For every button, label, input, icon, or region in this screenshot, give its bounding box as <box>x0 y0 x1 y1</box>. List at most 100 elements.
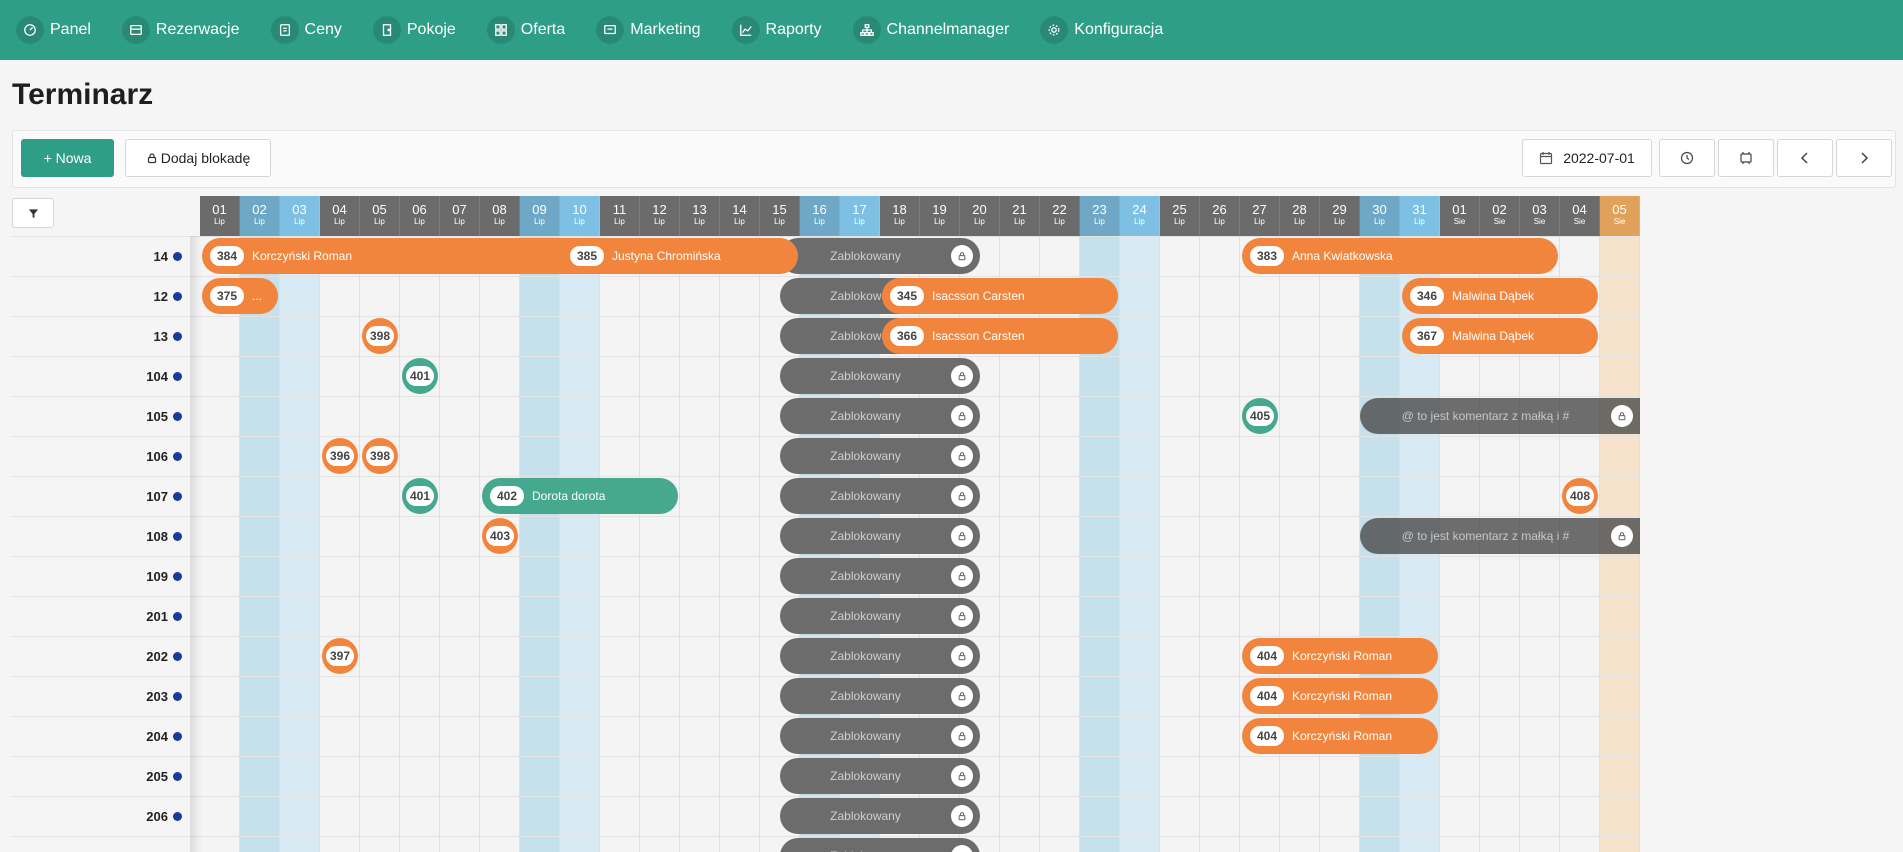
nav-panel[interactable]: Panel <box>0 0 106 60</box>
blocked-bar[interactable]: Zablokowany <box>780 638 980 674</box>
blocked-bar[interactable]: Zablokowany <box>780 678 980 714</box>
today-button[interactable] <box>1659 139 1715 177</box>
reservation-bar[interactable]: 404 Korczyński Roman <box>1242 678 1438 714</box>
room-label[interactable]: 202 <box>12 636 182 676</box>
reservation-dot[interactable]: 397 <box>322 638 358 674</box>
room-label[interactable]: 108 <box>12 516 182 556</box>
reservation-bar[interactable]: 345 Isacsson Carsten <box>882 278 1118 314</box>
comment-block[interactable]: @ to jest komentarz z małką i # <box>1360 398 1640 434</box>
blocked-bar[interactable]: Zablokowany <box>780 718 980 754</box>
nav-ceny[interactable]: Ceny <box>255 0 357 60</box>
new-reservation-button[interactable]: + Nowa <box>21 139 114 177</box>
prices-icon <box>270 16 299 44</box>
nav-label: Panel <box>50 21 91 38</box>
reservation-dot[interactable]: 396 <box>322 438 358 474</box>
sitemap-icon <box>852 16 881 44</box>
add-block-button[interactable]: Dodaj blokadę <box>125 139 271 177</box>
nav-konfiguracja[interactable]: Konfiguracja <box>1024 0 1178 60</box>
day-month: Lip <box>654 217 665 226</box>
room-label[interactable]: 104 <box>12 356 182 396</box>
day-header: 01 Sie <box>1440 196 1480 236</box>
reservation-number: 346 <box>1410 286 1444 306</box>
blocked-bar[interactable]: Zablokowany <box>780 518 980 554</box>
reservation-dot[interactable]: 401 <box>402 358 438 394</box>
reservation-dot[interactable]: 408 <box>1562 478 1598 514</box>
nav-marketing[interactable]: Marketing <box>580 0 715 60</box>
nav-raporty[interactable]: Raporty <box>716 0 837 60</box>
row-divider <box>12 716 1640 717</box>
reservation-bar[interactable]: 366 Isacsson Carsten <box>882 318 1118 354</box>
reservation-dot[interactable]: 398 <box>362 438 398 474</box>
reservation-bar[interactable]: 383 Anna Kwiatkowska <box>1242 238 1558 274</box>
date-picker[interactable]: 2022-07-01 <box>1522 139 1652 177</box>
day-month: Lip <box>774 217 785 226</box>
comment-block[interactable]: @ to jest komentarz z małką i # <box>1360 518 1640 554</box>
blocked-bar[interactable]: Zablokowany <box>780 438 980 474</box>
row-divider <box>12 636 1640 637</box>
reservation-bar[interactable]: 375... <box>202 278 278 314</box>
room-label[interactable]: 205 <box>12 756 182 796</box>
blocked-bar[interactable]: Zablokowany <box>780 598 980 634</box>
reservation-bar[interactable]: 367 Malwina Dąbek <box>1402 318 1598 354</box>
reservation-bar[interactable]: 346 Malwina Dąbek <box>1402 278 1598 314</box>
room-label[interactable]: 106 <box>12 436 182 476</box>
room-label[interactable]: 14 <box>12 236 182 276</box>
blocked-bar[interactable]: Zablokowany <box>780 758 980 794</box>
row-divider <box>12 316 1640 317</box>
room-label[interactable]: 107 <box>12 476 182 516</box>
reservation-dot[interactable]: 401 <box>402 478 438 514</box>
day-number: 26 <box>1212 202 1227 217</box>
toolbar: + Nowa Dodaj blokadę 2022-07-01 <box>12 130 1896 188</box>
reservation-bar[interactable]: 385 Justyna Chromińska <box>562 238 798 274</box>
blocked-bar[interactable]: Zablokowany <box>780 238 980 274</box>
blocked-bar[interactable]: Zablokowany <box>780 398 980 434</box>
room-label[interactable]: 12 <box>12 276 182 316</box>
room-label[interactable]: 204 <box>12 716 182 756</box>
guest-name: Malwina Dąbek <box>1452 289 1535 303</box>
nav-channelmanager[interactable]: Channelmanager <box>837 0 1025 60</box>
blocked-label: Zablokowany <box>830 649 901 663</box>
day-number: 19 <box>932 202 947 217</box>
room-label[interactable]: 206 <box>12 796 182 836</box>
room-label[interactable]: 109 <box>12 556 182 596</box>
reservation-bar[interactable]: 402 Dorota dorota <box>482 478 678 514</box>
reservation-number: 401 <box>406 486 434 506</box>
guest-name: Dorota dorota <box>532 489 606 503</box>
room-label[interactable]: 203 <box>12 676 182 716</box>
day-header: 22 Lip <box>1040 196 1080 236</box>
reservation-dot[interactable]: 398 <box>362 318 398 354</box>
previous-button[interactable] <box>1777 139 1833 177</box>
reservation-dot[interactable]: 405 <box>1242 398 1278 434</box>
blocked-bar[interactable]: Zablokowany <box>780 358 980 394</box>
reservation-number: 345 <box>890 286 924 306</box>
nav-rezerwacje[interactable]: Rezerwacje <box>106 0 255 60</box>
nav-oferta[interactable]: Oferta <box>471 0 580 60</box>
day-header: 11 Lip <box>600 196 640 236</box>
next-button[interactable] <box>1836 139 1892 177</box>
fit-view-button[interactable] <box>1718 139 1774 177</box>
reservation-bar[interactable]: 404 Korczyński Roman <box>1242 638 1438 674</box>
day-number: 29 <box>1332 202 1347 217</box>
blocked-bar[interactable]: Zablokowany <box>780 558 980 594</box>
reservation-number: 398 <box>366 446 394 466</box>
day-month: Lip <box>934 217 945 226</box>
day-month: Sie <box>1493 217 1506 226</box>
room-label[interactable]: 105 <box>12 396 182 436</box>
reservation-number: 396 <box>326 446 354 466</box>
day-number: 28 <box>1292 202 1307 217</box>
reservation-bar[interactable]: 384 Korczyński Roman <box>202 238 598 274</box>
blocked-bar[interactable]: Zablokowany <box>780 838 980 852</box>
day-month: Sie <box>1533 217 1546 226</box>
booking-calendar: 01 Lip 02 Lip 03 Lip 04 Lip 05 Lip 06 Lip 07 Lip 08 Lip… <box>0 196 1903 852</box>
blocked-bar[interactable]: Zablokowany <box>780 478 980 514</box>
row-divider <box>12 596 1640 597</box>
nav-pokoje[interactable]: Pokoje <box>357 0 471 60</box>
room-label[interactable]: 13 <box>12 316 182 356</box>
filter-button[interactable] <box>12 198 54 228</box>
room-label[interactable]: 201 <box>12 596 182 636</box>
room-number: 105 <box>146 408 168 424</box>
day-column <box>440 236 480 852</box>
blocked-bar[interactable]: Zablokowany <box>780 798 980 834</box>
reservation-dot[interactable]: 403 <box>482 518 518 554</box>
reservation-bar[interactable]: 404 Korczyński Roman <box>1242 718 1438 754</box>
